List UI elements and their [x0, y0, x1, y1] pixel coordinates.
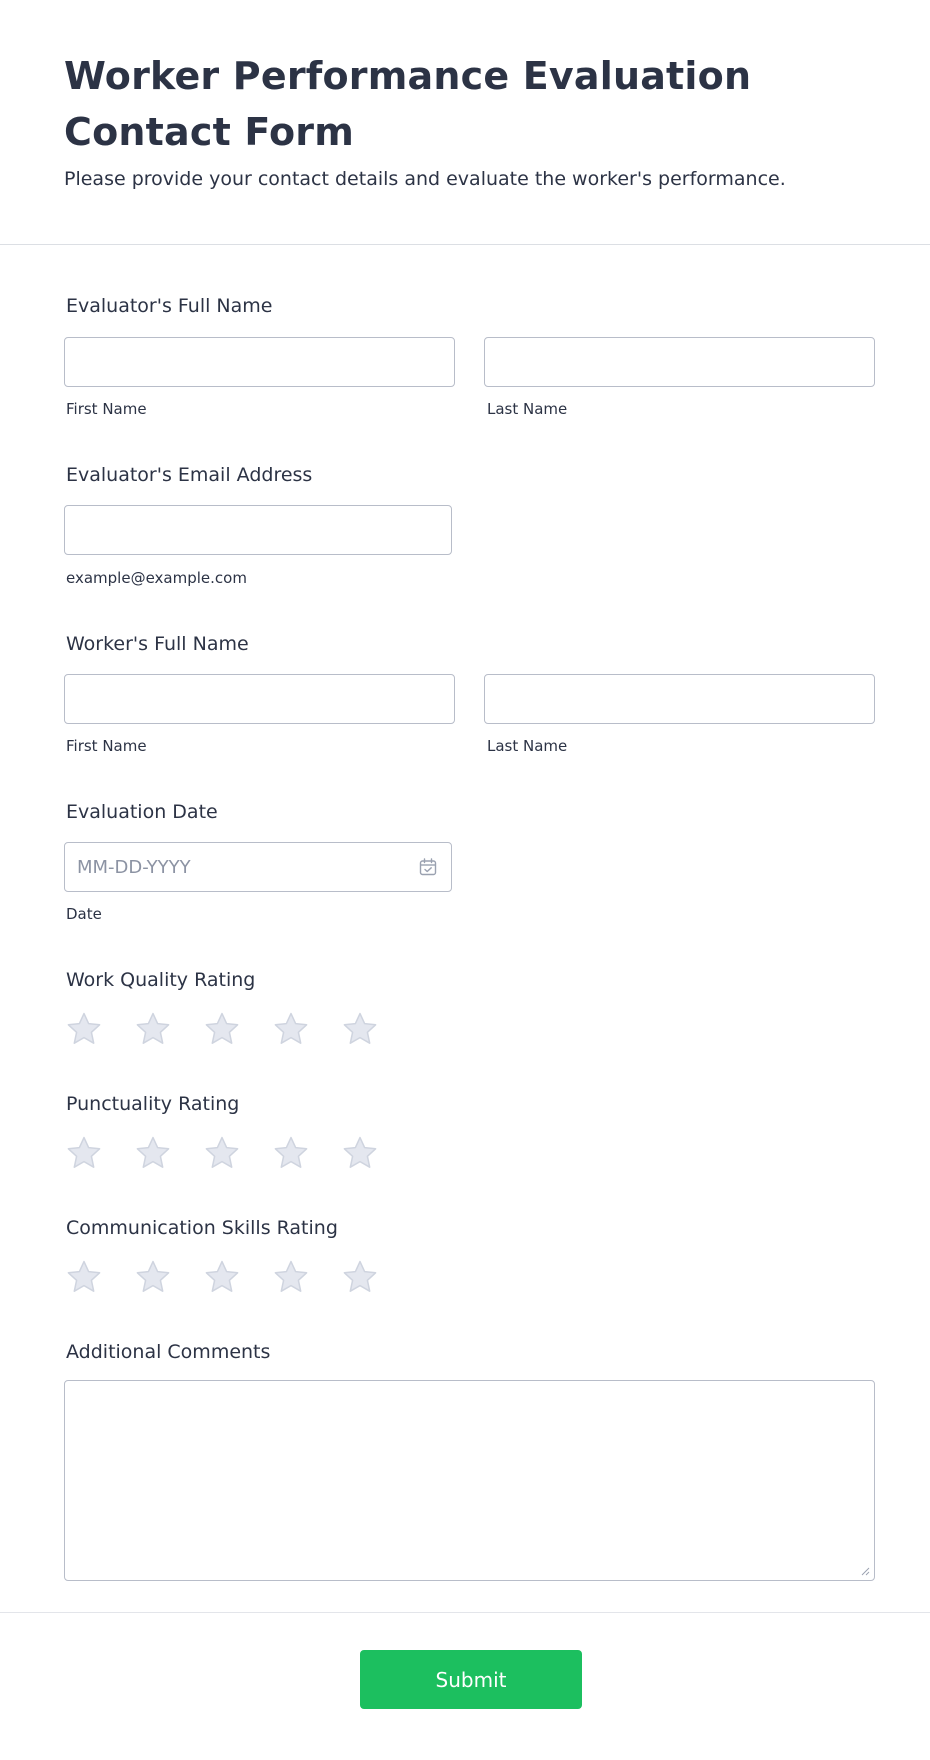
star-icon[interactable]	[64, 1010, 104, 1050]
evaluation-date-input[interactable]	[64, 842, 452, 892]
work-quality-rating	[64, 1010, 394, 1050]
evaluator-email-input[interactable]	[64, 505, 452, 555]
additional-comments-label: Additional Comments	[66, 1341, 271, 1363]
worker-last-name-input[interactable]	[484, 674, 875, 724]
footer-divider	[0, 1612, 930, 1613]
star-icon[interactable]	[340, 1134, 380, 1174]
form-header: Worker Performance Evaluation Contact Fo…	[0, 0, 930, 245]
worker-first-name-input[interactable]	[64, 674, 455, 724]
evaluator-name-label: Evaluator's Full Name	[66, 295, 273, 317]
star-icon[interactable]	[340, 1258, 380, 1298]
resize-handle-icon[interactable]	[860, 1566, 870, 1576]
worker-first-name-sublabel: First Name	[66, 737, 147, 755]
work-quality-rating-label: Work Quality Rating	[66, 969, 256, 991]
star-icon[interactable]	[271, 1134, 311, 1174]
worker-name-label: Worker's Full Name	[66, 633, 249, 655]
star-icon[interactable]	[133, 1010, 173, 1050]
form-subtitle: Please provide your contact details and …	[64, 168, 786, 190]
star-icon[interactable]	[202, 1010, 242, 1050]
date-field	[64, 842, 452, 892]
evaluator-first-name-input[interactable]	[64, 337, 455, 387]
star-icon[interactable]	[271, 1010, 311, 1050]
evaluation-date-sublabel: Date	[66, 905, 102, 923]
worker-last-name-sublabel: Last Name	[487, 737, 568, 755]
form-title: Worker Performance Evaluation Contact Fo…	[64, 54, 752, 154]
evaluation-date-label: Evaluation Date	[66, 801, 218, 823]
submit-button[interactable]: Submit	[360, 1650, 582, 1709]
punctuality-rating	[64, 1134, 394, 1174]
evaluator-email-sublabel: example@example.com	[66, 569, 247, 587]
star-icon[interactable]	[133, 1134, 173, 1174]
additional-comments-textarea[interactable]	[64, 1380, 875, 1581]
star-icon[interactable]	[202, 1134, 242, 1174]
communication-skills-rating-label: Communication Skills Rating	[66, 1217, 338, 1239]
punctuality-rating-label: Punctuality Rating	[66, 1093, 240, 1115]
form-page: Worker Performance Evaluation Contact Fo…	[0, 0, 930, 1760]
star-icon[interactable]	[271, 1258, 311, 1298]
evaluator-last-name-input[interactable]	[484, 337, 875, 387]
evaluator-first-name-sublabel: First Name	[66, 400, 147, 418]
star-icon[interactable]	[64, 1134, 104, 1174]
evaluator-email-label: Evaluator's Email Address	[66, 464, 313, 486]
evaluator-last-name-sublabel: Last Name	[487, 400, 568, 418]
star-icon[interactable]	[340, 1010, 380, 1050]
star-icon[interactable]	[133, 1258, 173, 1298]
communication-skills-rating	[64, 1258, 394, 1298]
star-icon[interactable]	[64, 1258, 104, 1298]
star-icon[interactable]	[202, 1258, 242, 1298]
calendar-icon[interactable]	[418, 857, 438, 877]
